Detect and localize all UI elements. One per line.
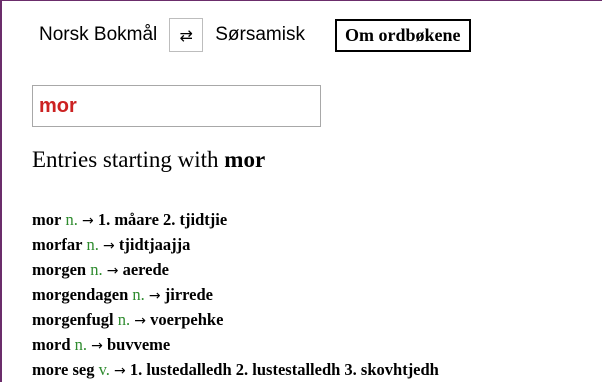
list-item[interactable]: mor n. → 1. måare 2. tjidtjie — [32, 208, 439, 233]
arrow-icon: → — [114, 363, 126, 379]
arrow-icon: → — [106, 263, 119, 279]
list-item[interactable]: mord n. → buvveme — [32, 333, 439, 358]
arrow-icon: → — [134, 313, 146, 329]
entry-part-of-speech: n. — [74, 335, 87, 354]
entry-headword: morgen — [32, 260, 87, 279]
entry-part-of-speech: n. — [86, 235, 99, 254]
swap-languages-button[interactable]: ⇄ — [169, 18, 204, 52]
entry-translation: voerpehke — [150, 310, 224, 329]
arrow-icon: → — [91, 338, 103, 354]
entry-headword: morgenfugl — [32, 310, 114, 329]
about-dictionaries-button[interactable]: Om ordbøkene — [334, 18, 471, 52]
entry-translation: 1. måare 2. tjidtjie — [97, 210, 228, 229]
swap-arrows-icon: ⇄ — [179, 25, 193, 45]
entry-translation: 1. lustedalledh 2. lustestalledh 3. skov… — [129, 360, 439, 379]
entry-headword: morgendagen — [32, 285, 129, 304]
arrow-icon: → — [103, 238, 115, 254]
search-input[interactable] — [32, 85, 321, 127]
entry-part-of-speech: n. — [90, 260, 103, 279]
target-language-label[interactable]: Sørsamisk — [215, 24, 305, 46]
list-item[interactable]: more seg v. → 1. lustedalledh 2. lustest… — [32, 358, 439, 382]
arrow-icon: → — [81, 213, 94, 229]
results-heading: Entries starting with mor — [32, 147, 265, 173]
entry-part-of-speech: n. — [132, 285, 145, 304]
entry-translation: aerede — [122, 260, 169, 279]
entry-translation: buvveme — [106, 335, 171, 354]
list-item[interactable]: morgendagen n. → jirrede — [32, 283, 439, 308]
results-heading-prefix: Entries starting with — [32, 147, 219, 172]
source-language-label[interactable]: Norsk Bokmål — [39, 24, 157, 46]
entry-translation: jirrede — [164, 285, 213, 304]
entry-translation: tjidtjaajja — [118, 235, 191, 254]
language-bar: Norsk Bokmål ⇄ Sørsamisk Om ordbøkene — [39, 15, 471, 55]
entry-headword: mord — [32, 335, 71, 354]
list-item[interactable]: morgenfugl n. → voerpehke — [32, 308, 439, 333]
entry-headword: mor — [32, 210, 62, 229]
list-item[interactable]: morfar n. → tjidtjaajja — [32, 233, 439, 258]
entry-part-of-speech: n. — [117, 310, 131, 329]
entry-part-of-speech: n. — [65, 210, 78, 229]
results-heading-term: mor — [224, 147, 266, 172]
entry-headword: morfar — [32, 235, 83, 254]
arrow-icon: → — [148, 288, 161, 304]
list-item[interactable]: morgen n. → aerede — [32, 258, 439, 283]
entry-list: mor n. → 1. måare 2. tjidtjie morfar n. →… — [32, 208, 439, 382]
entry-headword: more seg — [32, 360, 95, 379]
entry-part-of-speech: v. — [98, 360, 110, 379]
